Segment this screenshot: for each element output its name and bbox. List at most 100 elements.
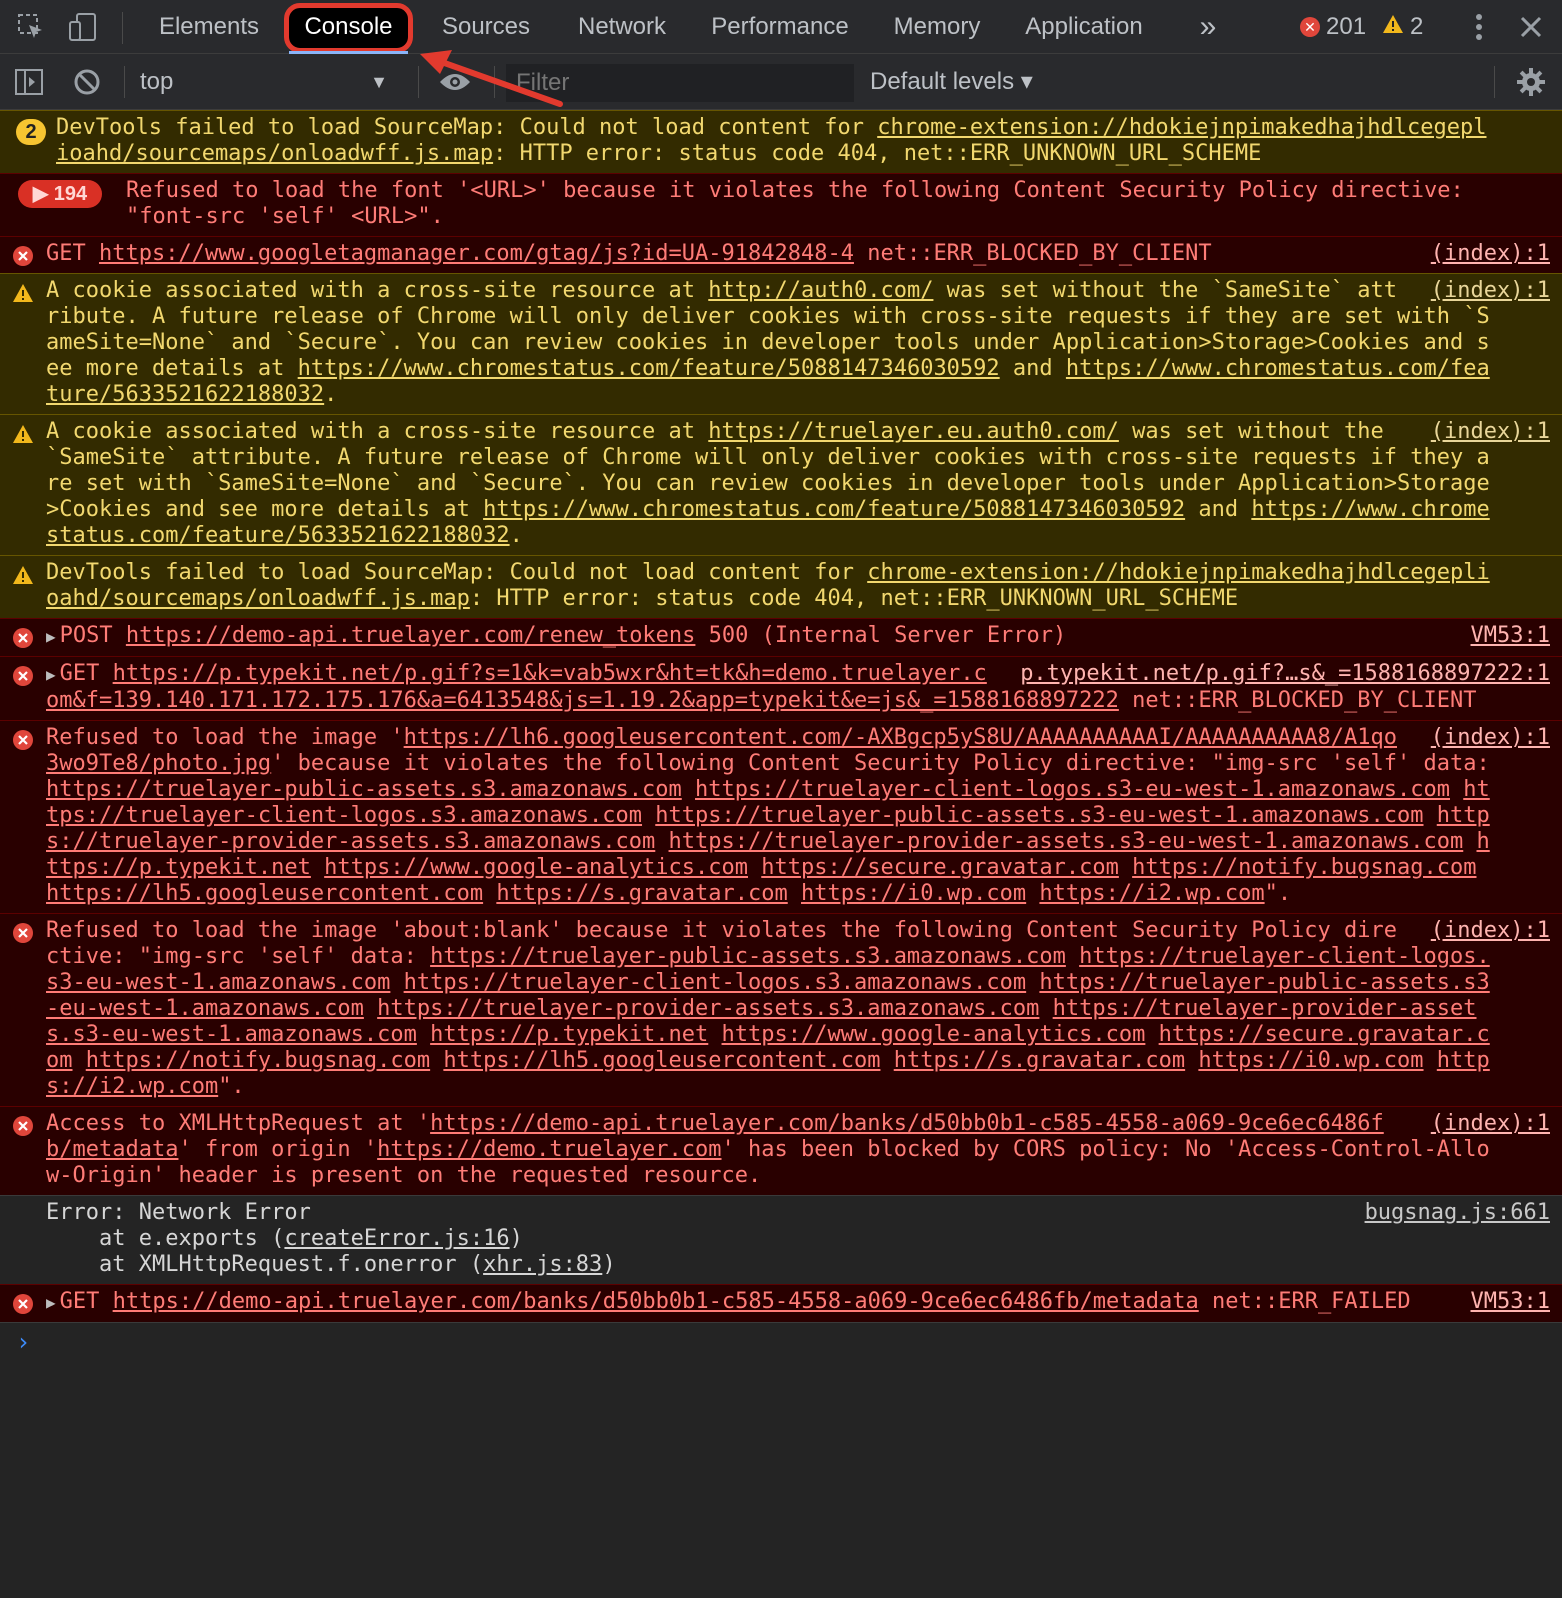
csp-link[interactable]: https://www.google-analytics.com [324, 855, 748, 880]
expand-triangle-icon[interactable]: ▶ [46, 1290, 56, 1316]
stack-frame-text: ) [602, 1252, 616, 1277]
source-link[interactable]: bugsnag.js:661 [1365, 1200, 1550, 1226]
csp-link[interactable]: https://truelayer-client-logos.s3-eu-wes… [695, 777, 1450, 802]
message-link[interactable]: https://www.chromestatus.com/feature/508… [483, 497, 1185, 522]
error-circle-icon [13, 246, 33, 266]
tab-memory[interactable]: Memory [882, 0, 992, 54]
csp-link[interactable]: https://lh5.googleusercontent.com [443, 1048, 880, 1073]
message-text: : HTTP error: status code 404, net::ERR_… [493, 141, 1262, 166]
console-prompt-row[interactable]: › [0, 1322, 1562, 1362]
source-link[interactable]: VM53:1 [1471, 1289, 1550, 1315]
message-text: Access to XMLHttpRequest at ' [46, 1111, 431, 1136]
message-link[interactable]: https://www.googletagmanager.com/gtag/js… [99, 241, 854, 266]
console-error-group[interactable]: ▶ 194 Refused to load the font '<URL>' b… [0, 173, 1562, 236]
toolbar-divider [124, 66, 125, 98]
toolbar-divider [1494, 66, 1495, 98]
tab-elements[interactable]: Elements [148, 0, 270, 54]
message-text: GET [59, 661, 113, 686]
csp-link[interactable]: https://notify.bugsnag.com [86, 1048, 430, 1073]
clear-console-icon[interactable] [70, 65, 104, 99]
expand-triangle-icon[interactable]: ▶ [46, 662, 56, 688]
message-text: A cookie associated with a cross-site re… [46, 419, 709, 444]
message-text: GET [46, 241, 99, 266]
tab-console[interactable]: Console [289, 0, 408, 54]
tab-network[interactable]: Network [566, 0, 678, 54]
console-error[interactable]: VM53:1 ▶ POST https://demo-api.truelayer.… [0, 618, 1562, 656]
csp-link[interactable]: https://secure.gravatar.com [761, 855, 1119, 880]
csp-link[interactable]: https://i0.wp.com [1198, 1048, 1423, 1073]
console-error: (index):1 Access to XMLHttpRequest at 'h… [0, 1106, 1562, 1195]
sidebar-toggle-icon[interactable] [12, 65, 46, 99]
expand-triangle-icon[interactable]: ▶ [46, 624, 56, 650]
gear-icon[interactable] [1514, 65, 1548, 99]
more-tabs-button[interactable]: » [1188, 0, 1228, 54]
csp-link[interactable]: https://i2.wp.com [1039, 881, 1264, 906]
source-link[interactable]: (index):1 [1431, 241, 1550, 267]
repeat-count-badge[interactable]: ▶ 194 [18, 180, 102, 208]
message-link[interactable]: https://p.typekit.net/p.gif?s=1&k=vab5wx… [46, 661, 1119, 713]
console-error: (index):1 Refused to load the image ' htt… [0, 720, 1562, 913]
csp-link[interactable]: https://i0.wp.com [801, 881, 1026, 906]
device-toolbar-icon[interactable] [66, 10, 100, 44]
stack-frame-link[interactable]: createError.js:16 [284, 1226, 509, 1251]
message-text: : HTTP error: status code 404, net::ERR_… [469, 586, 1239, 611]
csp-link[interactable]: https://s.gravatar.com [894, 1048, 1185, 1073]
message-link[interactable]: http://auth0.com/ [708, 278, 933, 303]
message-text: net::ERR_BLOCKED_BY_CLIENT [853, 241, 1212, 266]
csp-link[interactable]: https://lh5.googleusercontent.com [46, 881, 483, 906]
message-text: 500 (Internal Server Error) [695, 623, 1067, 648]
csp-link[interactable]: https://truelayer-public-assets.s3.amazo… [430, 944, 1066, 969]
console-warning: DevTools failed to load SourceMap: Could… [0, 555, 1562, 618]
source-link[interactable]: (index):1 [1431, 419, 1550, 445]
close-icon[interactable] [1514, 10, 1548, 44]
message-link[interactable]: https://www.chromestatus.com/feature/508… [298, 356, 1000, 381]
csp-link[interactable]: https://truelayer-provider-assets.s3-eu-… [669, 829, 1464, 854]
message-text: A cookie associated with a cross-site re… [46, 278, 709, 303]
source-link[interactable]: (index):1 [1431, 918, 1550, 944]
context-selector[interactable]: top ▼ [128, 54, 404, 110]
message-link[interactable]: https://demo-api.truelayer.com/renew_tok… [126, 623, 696, 648]
tab-sources[interactable]: Sources [428, 0, 544, 54]
filter-input[interactable] [506, 64, 854, 102]
stack-frame-link[interactable]: xhr.js:83 [483, 1252, 602, 1277]
toolbar-divider [122, 12, 123, 44]
csp-link[interactable]: https://truelayer-client-logos.s3.amazon… [404, 970, 1027, 995]
source-link[interactable]: (index):1 [1431, 1111, 1550, 1137]
message-text: ". [1264, 881, 1292, 906]
message-link[interactable]: https://demo-api.truelayer.com/banks/d50… [113, 1289, 1199, 1314]
error-circle-icon [13, 628, 33, 648]
console-error[interactable]: VM53:1 ▶ GET https://demo-api.truelayer.c… [0, 1284, 1562, 1322]
source-link[interactable]: (index):1 [1431, 725, 1550, 751]
eye-icon[interactable] [438, 65, 472, 99]
csp-link[interactable]: https://truelayer-public-assets.s3-eu-we… [655, 803, 1423, 828]
tab-application[interactable]: Application [1014, 0, 1154, 54]
message-text: GET [59, 1289, 113, 1314]
stack-frame-text: at XMLHttpRequest.f.onerror ( [46, 1252, 484, 1277]
message-text: DevTools failed to load SourceMap: Could… [56, 115, 878, 140]
console-warning: (index):1 A cookie associated with a cro… [0, 414, 1562, 555]
prompt-caret-icon: › [16, 1328, 31, 1356]
message-link[interactable]: https://demo.truelayer.com [377, 1137, 721, 1162]
csp-link[interactable]: https://s.gravatar.com [496, 881, 787, 906]
message-text: and [999, 356, 1066, 381]
issue-counter[interactable]: ✕ 201 2 [1300, 0, 1423, 54]
csp-link[interactable]: https://truelayer-public-assets.s3.amazo… [46, 777, 682, 802]
csp-link[interactable]: https://notify.bugsnag.com [1132, 855, 1476, 880]
stack-frame-text: at e.exports ( [46, 1226, 285, 1251]
console-error[interactable]: p.typekit.net/p.gif?…s&_=1588168897222:1… [0, 656, 1562, 720]
message-text: ". [218, 1074, 245, 1099]
source-link[interactable]: VM53:1 [1471, 623, 1550, 649]
csp-link[interactable]: https://truelayer-provider-assets.s3.ama… [377, 996, 1039, 1021]
tab-performance[interactable]: Performance [700, 0, 860, 54]
source-link[interactable]: (index):1 [1431, 278, 1550, 304]
message-text: ' from origin ' [178, 1137, 378, 1162]
inspect-element-icon[interactable] [14, 10, 48, 44]
message-link[interactable]: https://truelayer.eu.auth0.com/ [708, 419, 1119, 444]
message-text: and [1185, 497, 1252, 522]
csp-link[interactable]: https://p.typekit.net [430, 1022, 708, 1047]
kebab-menu-icon[interactable] [1462, 10, 1496, 44]
csp-link[interactable]: https://www.google-analytics.com [722, 1022, 1146, 1047]
message-text: Refused to load the font '<URL>' because… [126, 178, 1464, 229]
log-levels-dropdown[interactable]: Default levels ▾ [870, 54, 1033, 110]
source-link[interactable]: p.typekit.net/p.gif?…s&_=1588168897222:1 [1020, 661, 1550, 687]
